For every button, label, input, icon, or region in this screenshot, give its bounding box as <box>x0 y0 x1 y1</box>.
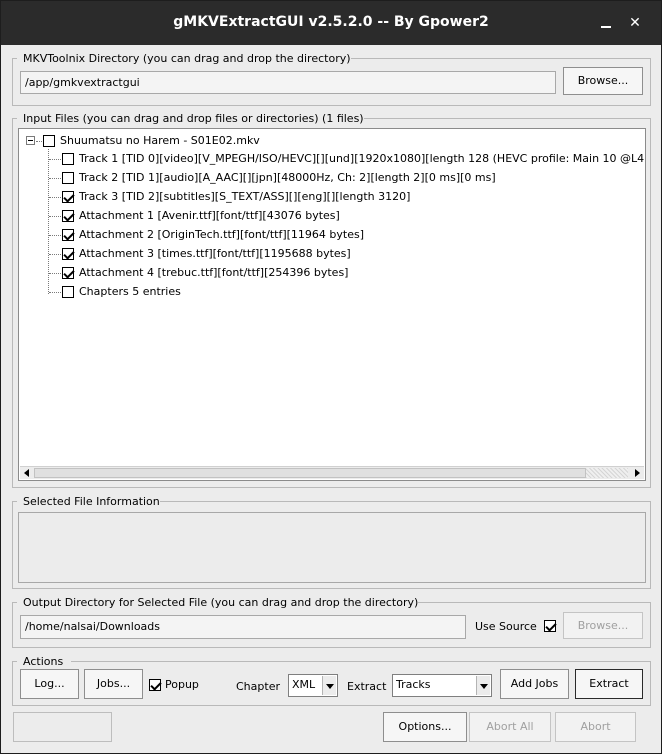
app-window: gMKVExtractGUI v2.5.2.0 -- By Gpower2 ✕ … <box>0 0 662 754</box>
collapse-icon[interactable] <box>26 136 35 145</box>
abort-all-button[interactable]: Abort All <box>469 712 551 742</box>
item-checkbox-chapters[interactable] <box>62 286 74 298</box>
mkvtoolnix-path-field[interactable]: /app/gmkvextractgui <box>20 71 556 94</box>
jobs-button[interactable]: Jobs... <box>84 669 143 699</box>
title-bar: gMKVExtractGUI v2.5.2.0 -- By Gpower2 ✕ <box>1 1 661 45</box>
log-button[interactable]: Log... <box>20 669 79 699</box>
minimize-icon[interactable] <box>598 15 614 31</box>
item-checkbox-attachment-4[interactable] <box>62 267 74 279</box>
extract-button[interactable]: Extract <box>575 669 643 699</box>
chevron-down-icon[interactable] <box>476 676 490 695</box>
close-icon[interactable]: ✕ <box>627 15 643 31</box>
chevron-down-icon[interactable] <box>322 676 336 695</box>
item-checkbox-track-1[interactable] <box>62 153 74 165</box>
item-checkbox-track-3[interactable] <box>62 191 74 203</box>
tree-item-label: Chapters 5 entries <box>79 285 181 298</box>
mkvtoolnix-group-title: MKVToolnix Directory (you can drag and d… <box>23 52 351 65</box>
chapter-type-value: XML <box>292 678 316 691</box>
root-file-label: Shuumatsu no Harem - S01E02.mkv <box>60 134 260 147</box>
root-file-checkbox[interactable] <box>43 135 55 147</box>
input-files-tree[interactable]: Shuumatsu no Harem - S01E02.mkv Track 1 … <box>18 128 646 481</box>
add-jobs-button[interactable]: Add Jobs <box>500 669 569 699</box>
input-files-group-title: Input Files (you can drag and drop files… <box>23 112 364 125</box>
output-path-field[interactable]: /home/nalsai/Downloads <box>20 615 466 639</box>
tree-item-label: Attachment 4 [trebuc.ttf][font/ttf][2543… <box>79 266 349 279</box>
item-checkbox-attachment-3[interactable] <box>62 248 74 260</box>
tree-item-label: Attachment 1 [Avenir.ttf][font/ttf][4307… <box>79 209 340 222</box>
use-source-checkbox[interactable] <box>544 620 556 632</box>
scrollbar-thumb[interactable] <box>34 468 586 478</box>
item-checkbox-attachment-2[interactable] <box>62 229 74 241</box>
abort-button[interactable]: Abort <box>555 712 636 742</box>
output-browse-button[interactable]: Browse... <box>563 612 643 639</box>
popup-label: Popup <box>165 678 199 691</box>
popup-checkbox[interactable] <box>149 679 161 691</box>
selected-info-text <box>18 512 646 583</box>
status-box <box>13 712 112 742</box>
horizontal-scrollbar[interactable] <box>20 466 644 479</box>
window-title: gMKVExtractGUI v2.5.2.0 -- By Gpower2 <box>173 14 489 30</box>
chapter-type-select[interactable]: XML <box>288 674 338 697</box>
scrollbar-track[interactable] <box>586 468 628 478</box>
chapter-label: Chapter <box>236 680 280 693</box>
scroll-right-icon[interactable] <box>632 468 642 478</box>
actions-group-title: Actions <box>23 655 64 668</box>
extract-type-value: Tracks <box>396 678 431 691</box>
mkvtoolnix-browse-button[interactable]: Browse... <box>563 67 643 95</box>
options-button[interactable]: Options... <box>383 712 467 742</box>
selected-info-group-title: Selected File Information <box>23 495 160 508</box>
tree-item-label: Track 3 [TID 2][subtitles][S_TEXT/ASS][]… <box>79 190 411 203</box>
tree-item-label: Attachment 2 [OriginTech.ttf][font/ttf][… <box>79 228 364 241</box>
tree-item-label: Attachment 3 [times.ttf][font/ttf][11956… <box>79 247 351 260</box>
output-group-title: Output Directory for Selected File (you … <box>23 596 419 609</box>
use-source-label: Use Source <box>475 620 537 633</box>
item-checkbox-attachment-1[interactable] <box>62 210 74 222</box>
scroll-left-icon[interactable] <box>22 468 32 478</box>
tree-item-label: Track 2 [TID 1][audio][A_AAC][][jpn][480… <box>79 171 496 184</box>
extract-label: Extract <box>347 680 387 693</box>
extract-type-select[interactable]: Tracks <box>392 674 492 697</box>
tree-item-label: Track 1 [TID 0][video][V_MPEGH/ISO/HEVC]… <box>79 152 646 165</box>
item-checkbox-track-2[interactable] <box>62 172 74 184</box>
